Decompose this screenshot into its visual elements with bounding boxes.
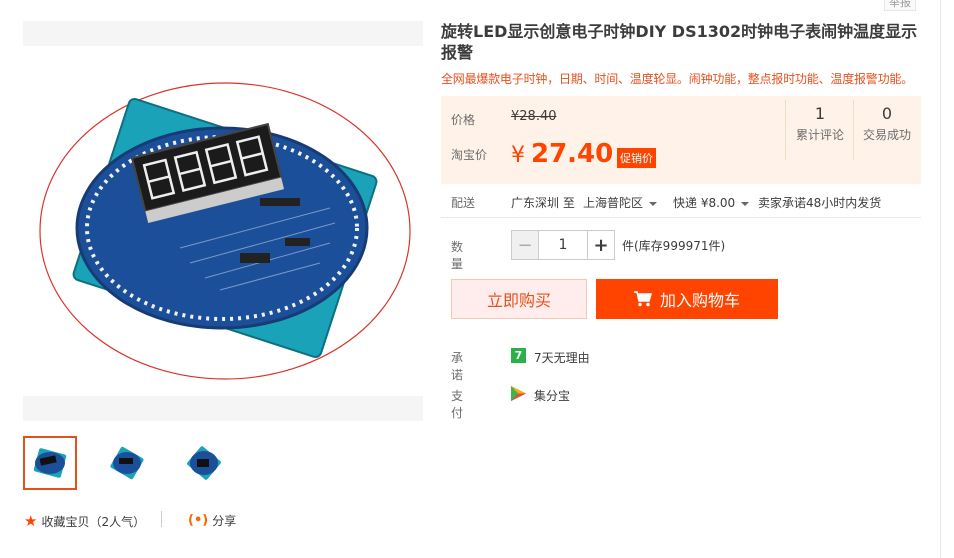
taobao-price-label: 淘宝价 xyxy=(451,148,488,162)
add-to-cart-button[interactable]: 加入购物车 xyxy=(596,279,778,319)
share-label: 分享 xyxy=(212,514,237,528)
payment-text[interactable]: 集分宝 xyxy=(534,387,570,404)
current-price: ¥ 27.40 xyxy=(511,139,613,169)
cart-icon xyxy=(633,291,652,307)
favorite-link[interactable]: ★ 收藏宝贝（2人气） xyxy=(24,512,145,530)
star-icon: ★ xyxy=(24,512,38,530)
stat-num: 1 xyxy=(814,104,826,123)
seven-day-return-icon: 7 xyxy=(511,348,526,363)
product-subtitle: 全网最爆款电子时钟，日期、时间、温度轮显。闹钟功能，整点报时功能、温度报警功能。 xyxy=(441,72,914,86)
thumbnail-strip xyxy=(23,436,231,490)
chevron-down-icon xyxy=(741,201,750,206)
thumbnail-image xyxy=(187,446,221,480)
main-product-image[interactable] xyxy=(30,78,420,388)
stat-caption: 交易成功 xyxy=(862,128,911,142)
shipping-row: 配送 广东深圳 至 上海普陀区 快递 ¥8.00 卖家承诺48小时内发货 xyxy=(441,190,921,218)
orig-price-value: ¥28.40 xyxy=(511,109,557,124)
favorite-label: 收藏宝贝（2人气） xyxy=(41,514,146,529)
shipping-destination: 上海普陀区 xyxy=(583,196,644,210)
shipping-label: 配送 xyxy=(451,196,476,210)
current-price-value: 27.40 xyxy=(531,139,614,169)
report-link[interactable]: 举报 xyxy=(884,0,916,11)
payment-label: 支付 xyxy=(451,389,464,420)
gallery-scroll-down[interactable] xyxy=(23,396,423,421)
promo-badge: 促销价 xyxy=(617,148,656,168)
buy-now-button[interactable]: 立即购买 xyxy=(451,279,587,319)
divider xyxy=(161,511,162,527)
stat-sales[interactable]: 0 交易成功 xyxy=(852,104,922,143)
chevron-down-icon xyxy=(649,201,658,206)
guarantee-label: 承诺 xyxy=(451,351,464,382)
stat-num: 0 xyxy=(881,104,893,123)
orig-price-label: 价格 xyxy=(451,113,476,127)
thumbnail-image xyxy=(110,446,144,480)
guarantee-text[interactable]: 7天无理由 xyxy=(534,349,590,366)
add-to-cart-label: 加入购物车 xyxy=(659,291,740,310)
decrease-button[interactable]: − xyxy=(512,231,539,259)
increase-button[interactable]: + xyxy=(587,231,614,259)
quantity-input[interactable]: 1 xyxy=(539,231,587,259)
thumbnail-3[interactable] xyxy=(177,436,231,490)
page-right-border xyxy=(940,0,941,558)
shipping-from: 广东深圳 至 xyxy=(511,196,575,210)
share-link[interactable]: (•) 分享 xyxy=(188,512,236,529)
shipping-destination-select[interactable]: 上海普陀区 xyxy=(583,194,658,211)
stock-info: 件(库存999971件) xyxy=(622,239,726,253)
stat-reviews[interactable]: 1 累计评论 xyxy=(785,104,855,143)
price-panel: 价格 ¥28.40 淘宝价 ¥ 27.40 促销价 1 累计评论 0 交易成功 xyxy=(441,96,921,184)
stat-caption: 累计评论 xyxy=(795,128,844,142)
product-title: 旋转LED显示创意电子时钟DIY DS1302时钟电子表闹钟温度显示报警 xyxy=(441,22,918,62)
shipping-method-select[interactable]: 快递 ¥8.00 xyxy=(673,194,750,211)
thumbnail-1[interactable] xyxy=(23,436,77,490)
thumbnail-image xyxy=(33,448,67,478)
quantity-stepper: − 1 + xyxy=(511,230,615,260)
thumbnail-2[interactable] xyxy=(100,436,154,490)
shipping-promise: 卖家承诺48小时内发货 xyxy=(758,196,882,210)
gallery-scroll-up[interactable] xyxy=(23,21,423,46)
share-icon: (•) xyxy=(188,513,209,528)
jifenbao-icon xyxy=(511,386,526,401)
shipping-method: 快递 ¥8.00 xyxy=(673,196,736,210)
quantity-label: 数量 xyxy=(451,240,464,271)
currency-symbol: ¥ xyxy=(511,143,525,168)
